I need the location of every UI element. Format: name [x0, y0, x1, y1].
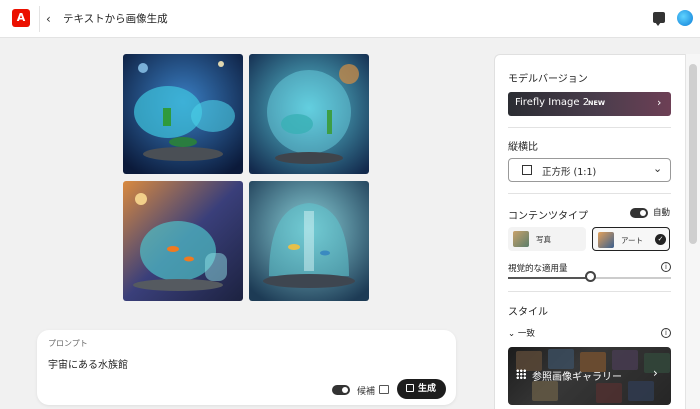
square-icon — [522, 165, 532, 175]
aquarium-bowl-image — [123, 54, 243, 174]
chevron-down-icon: ⌄ — [653, 162, 663, 175]
aspect-ratio-value: 正方形 (1:1) — [542, 167, 597, 178]
page-title: テキストから画像生成 — [63, 13, 168, 25]
generated-image-2[interactable] — [249, 54, 369, 174]
generated-image-1[interactable] — [123, 54, 243, 174]
content-type-art-label: アート — [621, 236, 644, 245]
user-avatar[interactable] — [677, 10, 693, 26]
prompt-panel: プロンプト 宇宙にある水族館 候補 生成 — [37, 330, 456, 405]
suggest-toggle[interactable] — [332, 385, 350, 395]
content-type-heading: コンテンツタイプ — [508, 211, 588, 222]
divider — [508, 193, 671, 194]
generate-icon — [406, 384, 414, 392]
model-name: Firefly Image 2 — [515, 97, 590, 108]
suggest-image-icon[interactable] — [379, 385, 389, 394]
art-thumbnail — [598, 232, 614, 248]
top-bar: A ‹ テキストから画像生成 — [0, 0, 700, 38]
glass-sphere-image — [249, 54, 369, 174]
chevron-down-icon: ⌄ — [508, 329, 516, 339]
divider — [508, 291, 671, 292]
style-heading: スタイル — [508, 307, 548, 318]
panel-scrollbar[interactable] — [685, 54, 700, 409]
photo-thumbnail — [513, 231, 529, 247]
style-subgroup-toggle[interactable]: ⌄ 一致 — [508, 327, 535, 339]
domed-aquarium-image — [249, 181, 369, 301]
content-type-art[interactable]: アート ✓ — [592, 227, 670, 251]
feedback-chat-icon[interactable] — [653, 12, 665, 26]
settings-panel: モデルバージョン Firefly Image 2 NEW › 縦横比 正方形 (… — [494, 54, 685, 409]
suggest-label: 候補 — [357, 387, 376, 397]
prompt-label: プロンプト — [48, 339, 88, 348]
header-divider — [39, 6, 40, 32]
adobe-logo-icon[interactable]: A — [12, 9, 30, 27]
aspect-ratio-heading: 縦横比 — [508, 142, 538, 153]
visual-intensity-label: 視覚的な適用量 — [508, 264, 568, 274]
grid-icon — [516, 369, 526, 379]
new-badge: NEW — [588, 99, 606, 107]
generated-image-4[interactable] — [249, 181, 369, 301]
goldfish-tank-image — [123, 181, 243, 301]
content-type-photo[interactable]: 写真 — [508, 227, 586, 251]
content-type-auto-toggle[interactable] — [630, 208, 648, 218]
aspect-ratio-select[interactable]: 正方形 (1:1) ⌄ — [508, 158, 671, 182]
scrollbar-thumb[interactable] — [689, 64, 697, 244]
content-type-photo-label: 写真 — [536, 235, 551, 244]
chevron-right-icon: › — [657, 96, 662, 109]
prompt-input[interactable]: 宇宙にある水族館 — [48, 356, 128, 371]
back-chevron-icon[interactable]: ‹ — [46, 11, 51, 27]
model-version-button[interactable]: Firefly Image 2 NEW › — [508, 92, 671, 116]
reference-gallery-button[interactable]: 参照画像ギャラリー › — [508, 347, 671, 405]
info-icon[interactable]: i — [661, 262, 671, 272]
style-subgroup-label: 一致 — [517, 329, 535, 339]
divider — [508, 127, 671, 128]
chevron-right-icon: › — [653, 366, 658, 380]
generate-button[interactable]: 生成 — [397, 379, 446, 399]
generate-button-label: 生成 — [418, 384, 437, 394]
model-version-heading: モデルバージョン — [508, 74, 588, 85]
gallery-label: 参照画像ギャラリー — [532, 372, 622, 383]
info-icon[interactable]: i — [661, 328, 671, 338]
auto-label: 自動 — [653, 208, 671, 218]
slider-fill — [508, 277, 590, 279]
generated-image-3[interactable] — [123, 181, 243, 301]
slider-handle[interactable] — [584, 271, 596, 282]
check-icon: ✓ — [655, 234, 666, 245]
